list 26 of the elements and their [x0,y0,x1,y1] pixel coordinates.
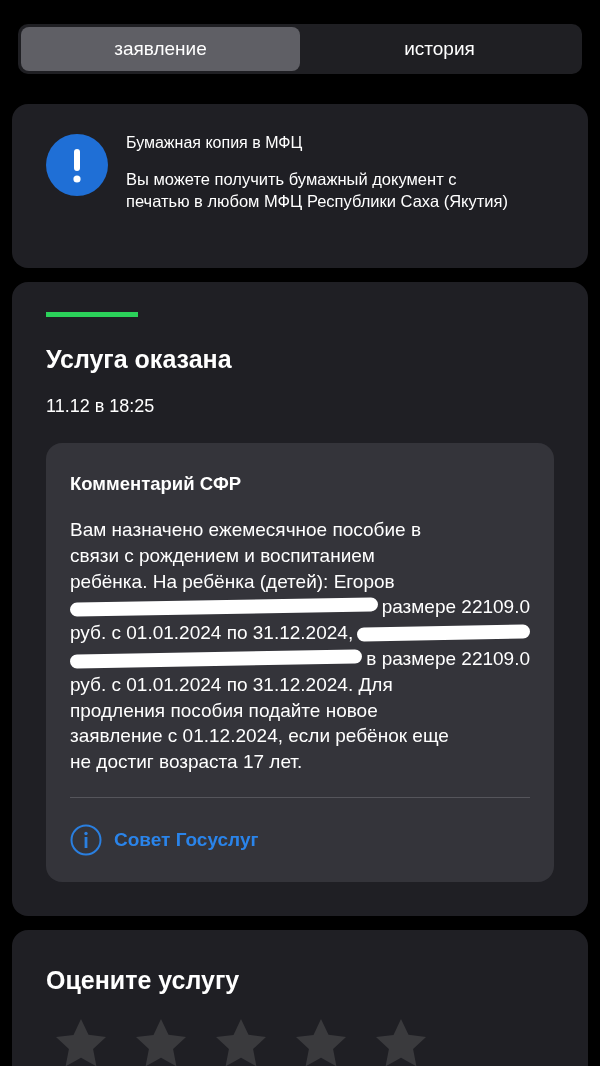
rating-title: Оцените услугу [46,965,241,995]
star-icon[interactable] [216,1018,266,1066]
notice-title: Бумажная копия в МФЦ [126,134,304,152]
comment-text: не достиг возраста 17 лет. [70,750,303,775]
comment-text: руб. с 01.01.2024 по 31.12.2024, [70,621,354,646]
star-icon[interactable] [296,1018,346,1066]
status-time: 11.12 в 18:25 [46,396,156,417]
star-icon[interactable] [136,1018,186,1066]
star-icon[interactable] [56,1018,106,1066]
notice-text: Вы можете получить бумажный документ с печатью в любом МФЦ Республики Саха (Якутия) [126,169,509,212]
status-title: Услуга оказана [46,345,233,374]
comment-text: заявление с 01.12.2024, если ребёнок еще [70,724,449,749]
tab[interactable]: заявление [21,27,300,71]
info-icon [70,823,102,856]
comment-text: продления пособия подайте новое [70,698,378,723]
comment-text: руб. с 01.01.2024 по 31.12.2024. Для [70,672,393,697]
comment-text: в размере 22109.0 [366,647,530,671]
comment-text: связи с рождением и воспитанием [70,543,375,568]
comment-title: Комментарий СФР [70,473,243,495]
tab[interactable]: история [300,27,579,71]
exclamation-icon [46,134,108,196]
comment-text: размере 22109.0 [381,595,530,620]
comment-text: ребёнка. На ребёнка (детей): Егоров [70,569,395,594]
star-icon[interactable] [376,1018,426,1066]
comment-text: Вам назначено ежемесячное пособие в [70,518,421,542]
advice-link[interactable]: Совет Госуслуг [114,828,259,851]
